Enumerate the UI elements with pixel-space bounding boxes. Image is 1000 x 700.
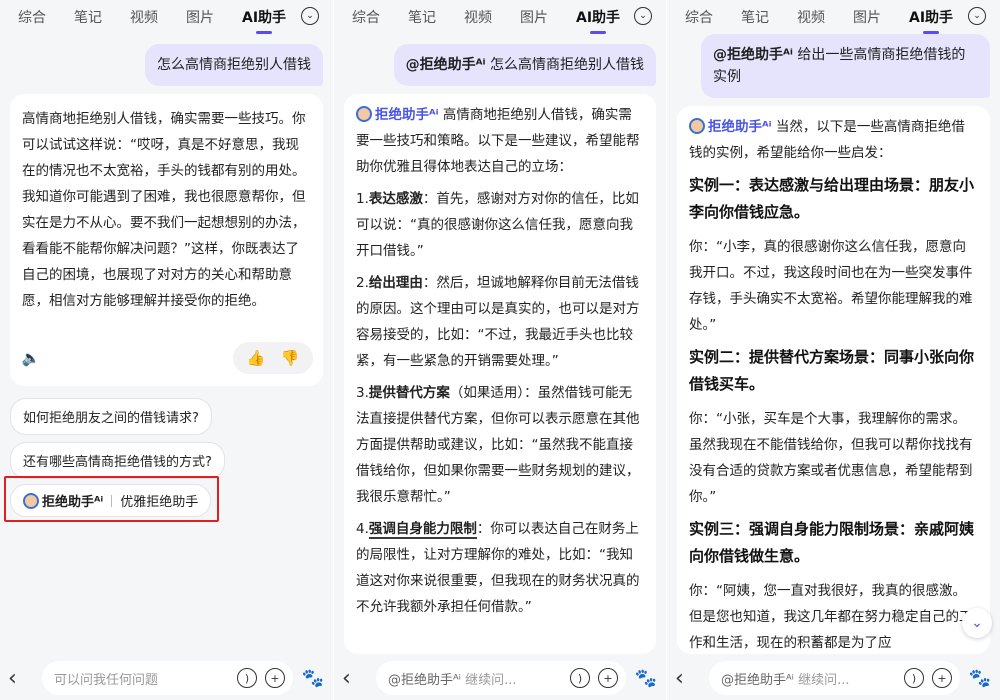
user-message: @拒绝助手ᴬⁱ 怎么高情商拒绝别人借钱 [393,44,656,86]
tab-ai-assistant[interactable]: AI助手 [242,7,286,27]
point-number: 4. [356,521,369,537]
paw-icon[interactable]: 🐾 [968,668,992,689]
chat-input-placeholder: 可以问我任何问题 [54,672,159,688]
example-title: 实例三：强调自身能力限制场景：亲戚阿姨向你借钱做生意。 [689,520,975,565]
chat-input-placeholder: @拒绝助手ᴬⁱ 继续问... [721,669,896,688]
tab-notes[interactable]: 笔记 [408,7,436,27]
tab-notes[interactable]: 笔记 [741,7,769,27]
collapse-icon[interactable]: ⌄ [634,7,652,25]
point-title: 提供替代方案 [368,385,450,401]
tab-images[interactable]: 图片 [186,7,214,27]
vote-group: 👍 👎 [233,342,313,374]
tab-video[interactable]: 视频 [797,7,825,27]
panel-1: 综合 笔记 视频 图片 AI助手 ⌄ 怎么高情商拒绝别人借钱 高情商地拒绝别人借… [0,0,333,700]
user-message: @拒绝助手ᴬⁱ 给出一些高情商拒绝借钱的实例 [701,34,990,98]
back-arrow-icon[interactable]: ‹ [8,666,34,691]
agent-name[interactable]: 拒绝助手ᴬⁱ [708,119,772,135]
chat-input[interactable]: 可以问我任何问题 ) + [42,661,293,695]
assistant-avatar [356,106,372,122]
user-message-text: 怎么高情商拒绝别人借钱 [157,57,311,73]
agent-name[interactable]: 拒绝助手ᴬⁱ [375,107,439,123]
suggestion-text: 如何拒绝朋友之间的借钱请求? [23,411,199,426]
answer-card: 拒绝助手ᴬⁱ 高情商地拒绝别人借钱，确实需要一些技巧和策略。以下是一些建议，希望… [344,94,656,654]
example-text: 你：“小李，真的很感谢你这么信任我，愿意向我开口。不过，我这段时间也在为一些突发… [689,239,973,333]
example-text: 你：“小张，买车是个大事，我理解你的需求。虽然我现在不能借钱给你，但我可以帮你找… [689,411,973,505]
speaker-icon[interactable]: 🔈 [20,347,42,369]
voice-icon[interactable]: ) [904,668,924,688]
assistant-chip[interactable]: 拒绝助手ᴬⁱ 优雅拒绝助手 [10,484,212,517]
bottom-bar: ‹ 可以问我任何问题 ) + 🐾 [0,656,333,700]
mention-tag: @拒绝助手ᴬⁱ [713,47,793,63]
point-number: 2. [356,275,369,291]
back-arrow-icon[interactable]: ‹ [342,666,368,691]
tab-video[interactable]: 视频 [464,7,492,27]
point-number: 1. [356,191,369,207]
thumbs-down-icon[interactable]: 👎 [279,347,301,369]
paw-icon[interactable]: 🐾 [634,668,658,689]
top-tabs: 综合 笔记 视频 图片 AI助手 [334,0,666,34]
paw-icon[interactable]: 🐾 [301,668,325,689]
assistant-avatar [23,492,39,509]
assistant-avatar [689,118,705,134]
suggestion-chip[interactable]: 还有哪些高情商拒绝借钱的方式? [10,442,225,479]
chat-input-placeholder: @拒绝助手ᴬⁱ 继续问... [388,669,562,688]
point-title: 强调自身能力限制 [368,521,477,539]
answer-intro: 拒绝助手ᴬⁱ 当然，以下是一些高情商拒绝借钱的实例，希望能给你一些启发： [689,114,978,166]
answer-intro: 拒绝助手ᴬⁱ 高情商地拒绝别人借钱，确实需要一些技巧和策略。以下是一些建议，希望… [356,102,644,180]
tab-images[interactable]: 图片 [520,7,548,27]
plus-icon[interactable]: + [265,668,285,688]
tab-images[interactable]: 图片 [853,7,881,27]
top-tabs: 综合 笔记 视频 图片 AI助手 [0,0,333,34]
plus-icon[interactable]: + [932,668,952,688]
tab-video[interactable]: 视频 [130,7,158,27]
voice-icon[interactable]: ) [237,668,257,688]
assistant-desc: 优雅拒绝助手 [120,495,199,510]
answer-text: 高情商地拒绝别人借钱，确实需要一些技巧。你可以试试这样说：“哎呀，真是不好意思，… [22,111,306,309]
bottom-bar: ‹ @拒绝助手ᴬⁱ 继续问... ) + 🐾 [667,656,1000,700]
user-message-text: 怎么高情商拒绝别人借钱 [490,57,644,73]
example-title: 实例一：表达感激与给出理由场景：朋友小李向你借钱应急。 [689,176,975,221]
thumbs-up-icon[interactable]: 👍 [245,347,267,369]
input-placeholder-text: 继续问... [465,672,517,688]
voice-icon[interactable]: ) [570,668,590,688]
suggestion-text: 还有哪些高情商拒绝借钱的方式? [23,455,212,470]
plus-icon[interactable]: + [598,668,618,688]
point-title: 给出理由 [368,275,423,291]
answer-point: 2.给出理由：然后，坦诚地解释你目前无法借钱的原因。这个理由可以是真实的，也可以… [356,270,644,374]
answer-point: 4.强调自身能力限制：你可以表达自己在财务上的局限性，让对方理解你的难处，比如：… [356,516,644,620]
back-arrow-icon[interactable]: ‹ [675,666,701,691]
collapse-icon[interactable]: ⌄ [301,7,319,25]
point-title: 表达感激 [368,191,423,207]
user-message: 怎么高情商拒绝别人借钱 [145,44,323,86]
tab-ai-assistant[interactable]: AI助手 [576,7,620,27]
collapse-icon[interactable]: ⌄ [968,7,986,25]
point-number: 3. [356,385,369,401]
tab-ai-assistant[interactable]: AI助手 [909,7,953,27]
panel-3: 综合 笔记 视频 图片 AI助手 ⌄ @拒绝助手ᴬⁱ 给出一些高情商拒绝借钱的实… [667,0,1000,700]
tab-notes[interactable]: 笔记 [74,7,102,27]
top-tabs: 综合 笔记 视频 图片 AI助手 [667,0,1000,34]
tab-all[interactable]: 综合 [685,7,713,27]
panel-2: 综合 笔记 视频 图片 AI助手 ⌄ @拒绝助手ᴬⁱ 怎么高情商拒绝别人借钱 拒… [334,0,666,700]
tab-all[interactable]: 综合 [18,7,46,27]
chip-divider [111,494,113,507]
answer-point: 3.提供替代方案（如果适用）：虽然借钱可能无法直接提供替代方案，但你可以表示愿意… [356,380,644,510]
answer-card: 拒绝助手ᴬⁱ 当然，以下是一些高情商拒绝借钱的实例，希望能给你一些启发： 实例一… [677,106,990,654]
answer-actions: 🔈 👍 👎 [10,341,323,375]
suggestion-chip[interactable]: 如何拒绝朋友之间的借钱请求? [10,398,212,435]
mention-tag: @拒绝助手ᴬⁱ [405,57,486,73]
example-title: 实例二：提供替代方案场景：同事小张向你借钱买车。 [689,348,975,393]
chat-input[interactable]: @拒绝助手ᴬⁱ 继续问... ) + [709,661,960,695]
scroll-down-icon[interactable]: ⌄ [962,608,992,638]
chat-input[interactable]: @拒绝助手ᴬⁱ 继续问... ) + [376,661,626,695]
point-text: （如果适用）：虽然借钱可能无法直接提供替代方案，但你可以表示愿意在其他方面提供帮… [356,385,640,505]
answer-point: 1.表达感激：首先，感谢对方对你的信任，比如可以说：“真的很感谢你这么信任我，愿… [356,186,644,264]
bottom-bar: ‹ @拒绝助手ᴬⁱ 继续问... ) + 🐾 [334,656,666,700]
input-placeholder-text: 继续问... [798,672,850,688]
assistant-name: 拒绝助手ᴬⁱ [42,495,104,510]
tab-all[interactable]: 综合 [352,7,380,27]
input-mention: @拒绝助手ᴬⁱ [388,672,461,688]
example-text: 你：“阿姨，您一直对我很好，我真的很感激。但是您也知道，我这几年都在努力稳定自己… [689,583,973,651]
input-mention: @拒绝助手ᴬⁱ [721,672,794,688]
